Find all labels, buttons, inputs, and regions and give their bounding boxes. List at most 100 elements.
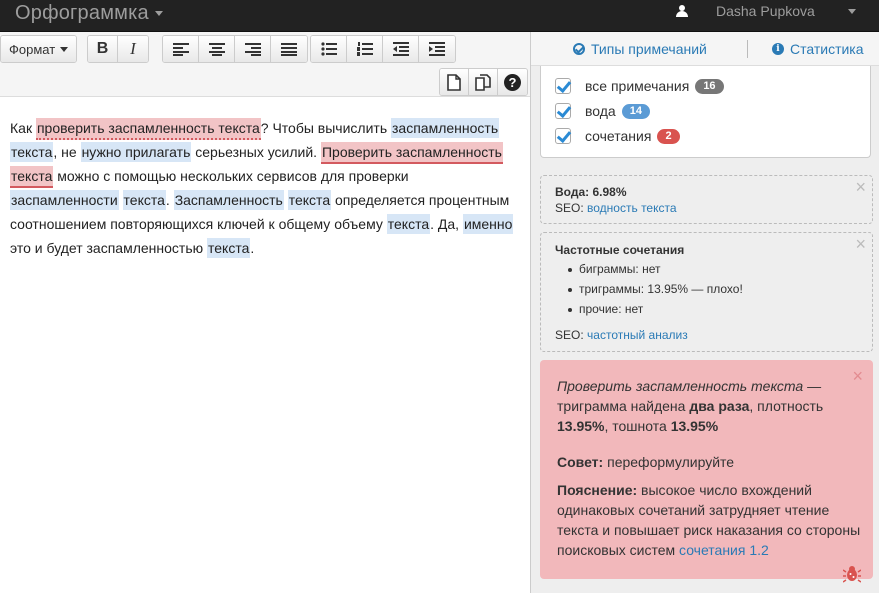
- outdent-icon: [392, 42, 409, 56]
- water-highlight[interactable]: текста: [386, 214, 431, 234]
- tab-note-types[interactable]: Типы примечаний: [573, 41, 707, 57]
- note-text: , плотность: [749, 398, 824, 414]
- water-highlight[interactable]: именно: [462, 214, 514, 234]
- count-badge: 14: [621, 103, 650, 119]
- text-segment: ? Чтобы вычислить: [260, 120, 391, 136]
- text-segment: , не: [53, 144, 81, 160]
- help-icon: ?: [504, 73, 521, 91]
- water-highlight[interactable]: заспамленность: [391, 118, 500, 138]
- list-item: триграммы: 13.95% — плохо!: [555, 279, 872, 299]
- frequency-title: Частотные сочетания: [555, 243, 685, 257]
- bullet-list-button[interactable]: [311, 36, 347, 62]
- bullet-list-icon: [320, 42, 337, 56]
- close-icon[interactable]: ×: [855, 178, 866, 196]
- user-menu[interactable]: Dasha Pupkova: [676, 0, 856, 22]
- italic-button[interactable]: I: [118, 36, 148, 62]
- format-group: Формат: [0, 35, 78, 63]
- checkbox[interactable]: [555, 78, 571, 94]
- water-highlight[interactable]: Заспамленность: [173, 190, 284, 210]
- indent-icon: [429, 42, 445, 56]
- copy-button[interactable]: [469, 69, 498, 95]
- water-highlight[interactable]: текста: [122, 190, 166, 210]
- note-explanation: Пояснение: высокое число вхождений одина…: [557, 480, 862, 560]
- format-dropdown[interactable]: Формат: [1, 36, 77, 62]
- filter-label: сочетания: [585, 128, 652, 144]
- list-item: биграммы: нет: [555, 259, 872, 279]
- tab-statistics[interactable]: i Статистика: [772, 41, 864, 57]
- advice-label: Совет:: [557, 454, 604, 470]
- text-segment: это и будет заспамленностью: [10, 240, 208, 256]
- note-filters: все примечания 16 вода 14 сочетания 2: [540, 66, 871, 158]
- outdent-button[interactable]: [383, 36, 419, 62]
- numbered-list-button[interactable]: [347, 36, 383, 62]
- water-highlight[interactable]: текста: [10, 142, 54, 162]
- new-document-button[interactable]: [440, 69, 469, 95]
- align-justify-icon: [281, 42, 297, 56]
- text-segment: . Да,: [430, 216, 463, 232]
- water-title: Вода: 6.98%: [555, 185, 627, 199]
- right-panel: Типы примечаний i Статистика все примеча…: [530, 32, 879, 593]
- close-icon[interactable]: ×: [855, 235, 866, 253]
- count-badge: 2: [657, 128, 680, 144]
- filter-all[interactable]: все примечания 16: [555, 78, 724, 94]
- checkbox[interactable]: [555, 103, 571, 119]
- format-label: Формат: [9, 41, 56, 57]
- align-left-button[interactable]: [163, 36, 199, 62]
- note-summary: Проверить заспамленность текста — тригра…: [557, 376, 857, 436]
- note-phrase: Проверить заспамленность текста: [557, 378, 804, 394]
- text-segment: проверить: [36, 120, 105, 136]
- trigram-highlight[interactable]: проверить заспамленность текста: [35, 118, 261, 140]
- bold-button[interactable]: B: [88, 36, 118, 62]
- user-name: Dasha Pupkova: [716, 3, 815, 19]
- tab-label: Статистика: [790, 41, 864, 57]
- text-segment: Как: [10, 120, 36, 136]
- help-button[interactable]: ?: [498, 69, 527, 95]
- water-highlight[interactable]: нужно прилагать: [80, 142, 192, 162]
- chevron-down-icon: [154, 10, 163, 16]
- editor-text[interactable]: Как проверить заспамленность текста? Что…: [10, 116, 520, 260]
- tab-divider: [747, 40, 748, 58]
- filter-combinations[interactable]: сочетания 2: [555, 128, 680, 144]
- note-text: , тошнота: [604, 418, 671, 434]
- note-nausea: 13.95%: [670, 418, 719, 434]
- text-segment: заспамленность: [108, 120, 215, 136]
- align-center-icon: [208, 42, 225, 56]
- list-group: [310, 35, 456, 63]
- copy-icon: [475, 73, 491, 91]
- align-right-button[interactable]: [235, 36, 271, 62]
- text-segment: серьезных усилий.: [191, 144, 321, 160]
- water-highlight[interactable]: текста: [287, 190, 332, 210]
- align-right-icon: [244, 42, 261, 56]
- bug-icon[interactable]: [843, 565, 861, 583]
- frequency-card: × Частотные сочетания биграммы: нет триг…: [540, 232, 873, 352]
- seo-link-water[interactable]: водность текста: [587, 201, 677, 215]
- trigram-highlight[interactable]: Проверить заспамленность: [320, 142, 503, 164]
- count-badge: 16: [695, 78, 724, 94]
- list-item: прочие: нет: [555, 299, 872, 319]
- info-circle-icon: i: [772, 43, 784, 55]
- align-left-icon: [172, 42, 189, 56]
- indent-button[interactable]: [419, 36, 455, 62]
- filter-water[interactable]: вода 14: [555, 103, 650, 119]
- checkbox[interactable]: [555, 128, 571, 144]
- align-center-button[interactable]: [199, 36, 235, 62]
- explanation-label: Пояснение:: [557, 482, 638, 498]
- top-navbar: Орфограммка Dasha Pupkova: [0, 0, 879, 32]
- align-justify-button[interactable]: [271, 36, 307, 62]
- seo-label: SEO:: [555, 328, 584, 342]
- seo-link-frequency[interactable]: частотный анализ: [587, 328, 688, 342]
- trigram-note: × Проверить заспамленность текста — триг…: [540, 360, 873, 579]
- water-highlight[interactable]: текста: [207, 238, 251, 258]
- note-density: 13.95%: [557, 418, 605, 434]
- frequency-list: биграммы: нет триграммы: 13.95% — плохо!…: [555, 259, 872, 319]
- app-menu[interactable]: Орфограммка: [15, 2, 163, 24]
- editor-toolbar: Формат B I ?: [0, 32, 530, 97]
- new-document-icon: [447, 73, 461, 91]
- water-highlight[interactable]: заспамленности: [10, 190, 119, 210]
- explanation-link[interactable]: сочетания 1.2: [679, 542, 769, 558]
- text-segment: соотношением повторяющихся ключей к обще…: [10, 216, 387, 232]
- align-group: [162, 35, 308, 63]
- check-circle-icon: [573, 43, 585, 55]
- trigram-highlight[interactable]: текста: [10, 166, 54, 188]
- note-count: два раза: [689, 398, 750, 414]
